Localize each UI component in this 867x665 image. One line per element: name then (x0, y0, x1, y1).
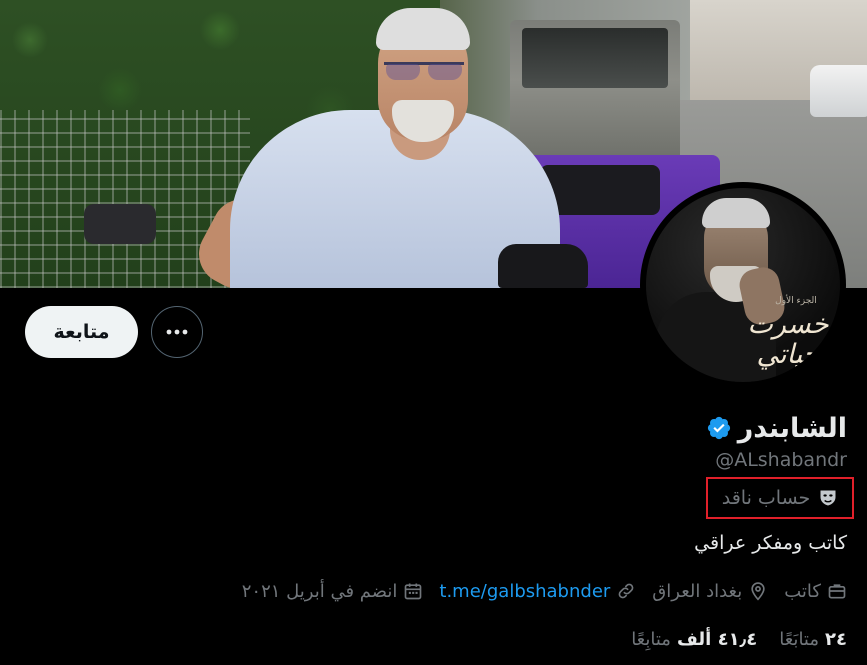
following-stat[interactable]: ٢٤ متابَعًا (779, 629, 847, 650)
meta-link-url[interactable]: t.me/galbshabnder (439, 581, 610, 602)
banner-handlebar (498, 244, 588, 288)
calendar-icon (405, 583, 422, 600)
avatar-subtitle: الجزء الأول (775, 296, 817, 306)
meta-location-text: بغداد العراق (652, 580, 743, 602)
location-pin-icon (751, 582, 765, 601)
meta-link[interactable]: t.me/galbshabnder (439, 581, 636, 602)
followers-label: متابِعًا (631, 628, 671, 650)
theater-mask-icon (820, 490, 836, 506)
name-row: الشابندر (706, 408, 847, 448)
meta-profession-text: كاتب (784, 580, 821, 602)
avatar-title: خسرت حياتي (747, 309, 829, 370)
avatar-hair (702, 198, 770, 228)
following-count: ٢٤ (825, 628, 847, 650)
account-label-text: حساب ناقد (721, 487, 811, 509)
followers-count: ٤١٫٤ ألف (676, 628, 758, 650)
meta-profession: كاتب (784, 581, 847, 602)
following-label: متابَعًا (779, 628, 820, 650)
profile-stats: ٢٤ متابَعًا ٤١٫٤ ألف متابِعًا (631, 624, 847, 654)
banner-truck-window (522, 28, 668, 88)
banner-man-hair (376, 8, 470, 50)
meta-joined: انضم في أبريل ٢٠٢١ (242, 581, 424, 602)
meta-joined-text: انضم في أبريل ٢٠٢١ (241, 580, 398, 602)
follow-button[interactable]: متابعة (25, 306, 138, 358)
more-options-button[interactable] (151, 306, 203, 358)
more-dots-icon (166, 329, 188, 335)
followers-stat[interactable]: ٤١٫٤ ألف متابِعًا (631, 629, 757, 650)
display-name: الشابندر (737, 412, 847, 444)
briefcase-icon (828, 584, 846, 599)
banner-man-glasses (384, 62, 464, 83)
banner-chair (84, 204, 156, 244)
banner-car (810, 65, 867, 117)
avatar-image: الجزء الأول خسرت حياتي (646, 188, 840, 382)
account-label[interactable]: حساب ناقد (706, 477, 854, 519)
meta-location: بغداد العراق (652, 581, 768, 602)
user-handle: @ALshabandr (715, 449, 847, 471)
verified-badge-icon[interactable] (706, 415, 732, 441)
profile-avatar[interactable]: الجزء الأول خسرت حياتي (640, 182, 846, 388)
profile-bio: كاتب ومفكر عراقي (694, 532, 847, 554)
link-icon (618, 583, 634, 599)
profile-meta: كاتب بغداد العراق t.me/galbshabnder انضم… (242, 574, 847, 608)
